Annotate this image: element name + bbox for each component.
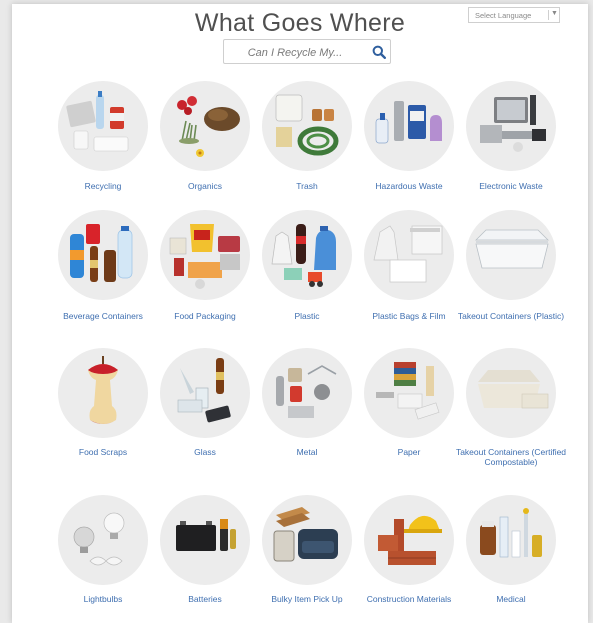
category-label[interactable]: Metal [250,447,364,458]
electronic-waste-icon[interactable] [466,81,556,171]
beverage-containers-icon[interactable] [58,210,148,300]
category-label[interactable]: Glass [148,447,262,458]
hazardous-waste-icon[interactable] [364,81,454,171]
trash-icon[interactable] [262,81,352,171]
batteries-icon[interactable] [160,495,250,585]
organics-icon[interactable] [160,81,250,171]
category-label[interactable]: Food Scraps [46,447,160,458]
lightbulbs-icon[interactable] [58,495,148,585]
category-label[interactable]: Beverage Containers [46,311,160,322]
takeout-plastic-icon[interactable] [466,210,556,300]
category-label[interactable]: Recycling [46,181,160,192]
category-label[interactable]: Medical [454,594,568,605]
category-label[interactable]: Bulky Item Pick Up [250,594,364,605]
category-label[interactable]: Takeout Containers (Plastic) [454,311,568,322]
plastic-bags-icon[interactable] [364,210,454,300]
category-label[interactable]: Takeout Containers (Certified Compostabl… [454,447,568,467]
plastic-icon[interactable] [262,210,352,300]
category-label[interactable]: Organics [148,181,262,192]
category-label[interactable]: Plastic [250,311,364,322]
paper-icon[interactable] [364,348,454,438]
bulky-item-icon[interactable] [262,495,352,585]
category-label[interactable]: Construction Materials [352,594,466,605]
food-packaging-icon[interactable] [160,210,250,300]
category-label[interactable]: Hazardous Waste [352,181,466,192]
category-label[interactable]: Batteries [148,594,262,605]
metal-icon[interactable] [262,348,352,438]
category-label[interactable]: Plastic Bags & Film [352,311,466,322]
construction-materials-icon[interactable] [364,495,454,585]
category-label[interactable]: Electronic Waste [454,181,568,192]
food-scraps-icon[interactable] [58,348,148,438]
category-label[interactable]: Food Packaging [148,311,262,322]
medical-icon[interactable] [466,495,556,585]
category-label[interactable]: Paper [352,447,466,458]
glass-icon[interactable] [160,348,250,438]
page-container: What Goes Where Select Language ▼ Can I … [12,4,588,623]
takeout-compostable-icon[interactable] [466,348,556,438]
category-label[interactable]: Lightbulbs [46,594,160,605]
recycling-icon[interactable] [58,81,148,171]
category-label[interactable]: Trash [250,181,364,192]
category-grid: Recycling Organics Trash Hazardous Waste… [12,4,588,623]
